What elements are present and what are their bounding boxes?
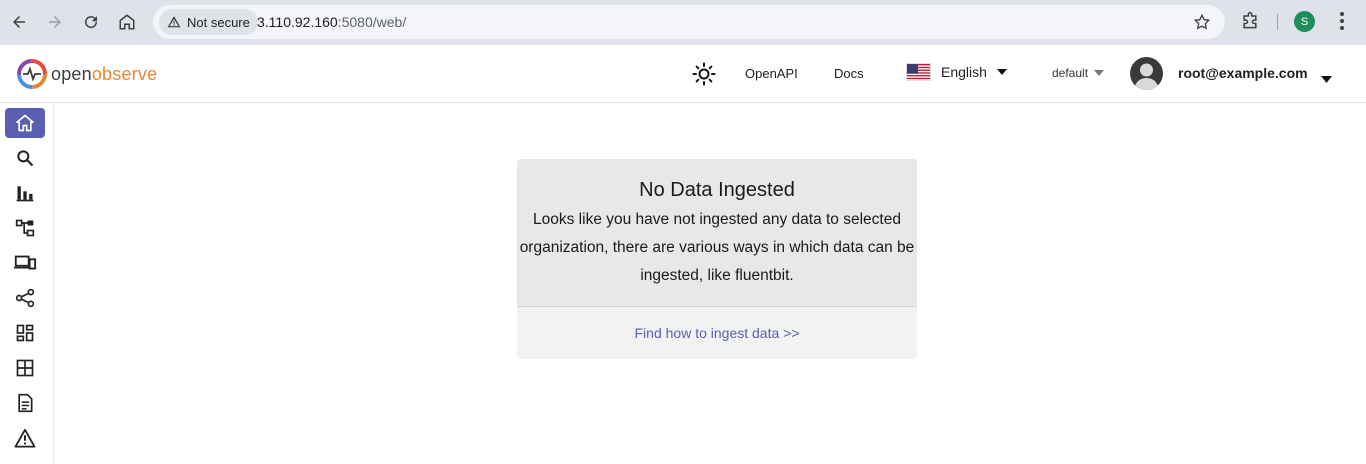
warning-triangle-icon <box>167 16 181 28</box>
sidebar <box>0 103 54 464</box>
organization-label: default <box>1052 66 1089 80</box>
sidebar-item-rum[interactable] <box>5 248 45 278</box>
sidebar-item-reports[interactable] <box>5 388 45 418</box>
sidebar-item-traces[interactable] <box>5 213 45 243</box>
app-header: openobserve OpenAPI Docs English default… <box>0 45 1366 103</box>
url-path: :5080/web/ <box>337 14 407 30</box>
security-label: Not secure <box>187 14 250 30</box>
forward-arrow-icon <box>49 16 61 28</box>
no-data-card-footer: Find how to ingest data >> <box>517 307 917 359</box>
reload-button[interactable] <box>77 9 105 35</box>
alert-icon <box>14 428 36 448</box>
chevron-down-icon <box>996 69 1007 75</box>
address-bar[interactable]: Not secure 3.110.92.160:5080/web/ <box>153 5 1225 39</box>
logo-text: openobserve <box>51 64 157 85</box>
home-button[interactable] <box>113 9 141 35</box>
back-button[interactable] <box>5 9 33 35</box>
no-data-card-body: No Data Ingested Looks like you have not… <box>517 159 917 307</box>
user-avatar[interactable] <box>1130 57 1163 90</box>
language-label: English <box>941 64 987 80</box>
dashboard-icon <box>16 324 34 342</box>
back-arrow-icon <box>13 16 25 28</box>
browser-menu-icon[interactable] <box>1333 10 1351 37</box>
sidebar-item-metrics[interactable] <box>5 178 45 208</box>
user-email[interactable]: root@example.com <box>1178 65 1308 81</box>
sidebar-item-home[interactable] <box>5 108 45 138</box>
sidebar-item-streams[interactable] <box>5 353 45 383</box>
bookmark-star-icon[interactable] <box>1193 13 1211 36</box>
security-indicator[interactable]: Not secure <box>159 9 258 35</box>
share-icon <box>15 288 35 308</box>
ingest-data-link[interactable]: Find how to ingest data >> <box>635 325 800 341</box>
sidebar-item-dashboards[interactable] <box>5 318 45 348</box>
url-host: 3.110.92.160 <box>257 14 338 30</box>
profile-initial: S <box>1300 15 1309 28</box>
chevron-down-icon <box>1094 70 1105 76</box>
sun-icon <box>692 62 716 86</box>
browser-toolbar: Not secure 3.110.92.160:5080/web/ S <box>0 0 1366 45</box>
logo-mark-icon <box>17 59 47 89</box>
logo-observe: observe <box>91 63 158 84</box>
openapi-link[interactable]: OpenAPI <box>745 66 798 81</box>
devices-icon <box>13 255 37 270</box>
home-icon <box>16 114 34 132</box>
browser-home-icon <box>119 14 135 30</box>
extensions-puzzle-icon[interactable] <box>1240 11 1260 36</box>
docs-link[interactable]: Docs <box>834 66 864 81</box>
forward-button[interactable] <box>41 9 69 35</box>
bar-chart-icon <box>16 186 34 202</box>
theme-toggle-button[interactable] <box>692 62 716 91</box>
us-flag-icon <box>906 63 931 81</box>
no-data-message: Looks like you have not ingested any dat… <box>519 211 915 284</box>
grid-icon <box>16 359 34 377</box>
sidebar-item-pipelines[interactable] <box>5 283 45 313</box>
document-icon <box>18 393 33 413</box>
sidebar-item-alerts[interactable] <box>5 423 45 453</box>
user-menu-chevron-icon[interactable] <box>1321 70 1332 88</box>
url-text[interactable]: 3.110.92.160:5080/web/ <box>257 14 406 30</box>
logo-open: open <box>51 63 92 84</box>
language-selector[interactable]: English <box>906 63 1007 81</box>
sidebar-item-search[interactable] <box>5 143 45 173</box>
organization-selector[interactable]: default <box>1052 66 1105 80</box>
reload-icon <box>85 16 98 29</box>
no-data-card: No Data Ingested Looks like you have not… <box>517 159 917 359</box>
no-data-title: No Data Ingested <box>639 179 795 201</box>
toolbar-divider <box>1277 14 1278 30</box>
search-icon <box>17 150 34 167</box>
hierarchy-icon <box>15 219 35 237</box>
person-icon <box>1134 63 1159 90</box>
profile-avatar[interactable]: S <box>1294 11 1315 32</box>
openobserve-logo[interactable]: openobserve <box>16 58 157 90</box>
